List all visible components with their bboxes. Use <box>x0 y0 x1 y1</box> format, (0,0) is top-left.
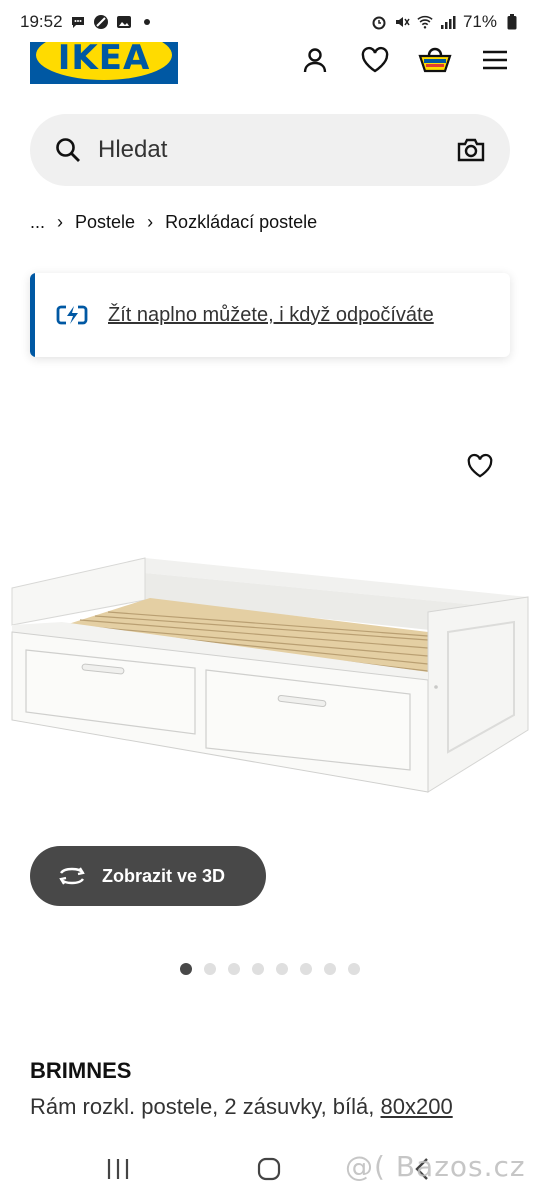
status-time: 19:52 <box>20 12 63 31</box>
carousel-dot[interactable] <box>276 963 288 975</box>
recent-apps-icon <box>107 1159 129 1179</box>
carousel-dot[interactable] <box>252 963 264 975</box>
hamburger-menu-icon <box>483 50 507 70</box>
product-size-link[interactable]: 80x200 <box>381 1094 453 1119</box>
chevron-right-icon: › <box>57 212 64 232</box>
status-right: 71% <box>371 12 520 32</box>
energy-icon <box>56 305 88 325</box>
battery-percent: 71% <box>462 12 497 31</box>
notification-dot-icon <box>139 14 155 30</box>
home-button[interactable] <box>249 1152 289 1186</box>
recent-apps-button[interactable] <box>98 1152 138 1186</box>
blocked-app-icon <box>93 14 109 30</box>
rotate-3d-icon <box>59 867 85 885</box>
cart-button[interactable] <box>415 40 455 80</box>
search-input[interactable]: Hledat <box>98 136 456 164</box>
gallery-icon <box>116 14 132 30</box>
breadcrumb-ellipsis[interactable]: ... <box>30 212 45 233</box>
carousel-dots <box>180 963 360 975</box>
product-name: BRIMNES <box>30 1058 132 1083</box>
signal-icon <box>440 14 456 30</box>
add-to-favourites-button[interactable] <box>460 446 500 486</box>
carousel-dot[interactable] <box>348 963 360 975</box>
favourites-button[interactable] <box>355 40 395 80</box>
carousel-dot[interactable] <box>180 963 192 975</box>
status-left: 19:52 <box>20 12 155 32</box>
logo-text: IKEA <box>57 42 151 78</box>
menu-button[interactable] <box>475 40 515 80</box>
battery-icon <box>504 14 520 30</box>
carousel-dot[interactable] <box>228 963 240 975</box>
account-button[interactable] <box>295 40 335 80</box>
product-image[interactable] <box>0 540 540 810</box>
breadcrumb-postele[interactable]: Postele <box>75 212 135 233</box>
wifi-icon <box>417 14 433 30</box>
mute-icon <box>394 14 410 30</box>
chat-icon <box>70 14 86 30</box>
heart-icon <box>467 453 493 478</box>
view-in-3d-button[interactable]: Zobrazit ve 3D <box>30 846 266 906</box>
home-icon <box>257 1157 281 1181</box>
product-description-text: Rám rozkl. postele, 2 zásuvky, bílá, <box>30 1094 381 1119</box>
shopping-bag-icon <box>418 47 452 73</box>
heart-icon <box>361 46 389 73</box>
chevron-right-icon: › <box>147 212 154 232</box>
carousel-dot[interactable] <box>324 963 336 975</box>
carousel-dot[interactable] <box>300 963 312 975</box>
camera-icon[interactable] <box>456 137 486 163</box>
ikea-logo[interactable]: IKEA <box>30 42 178 84</box>
product-description: Rám rozkl. postele, 2 zásuvky, bílá, 80x… <box>30 1094 453 1120</box>
user-icon <box>303 48 327 73</box>
status-bar: 19:52 71% <box>0 0 540 44</box>
breadcrumb-rozkladaci-postele[interactable]: Rozkládací postele <box>165 212 317 233</box>
view-in-3d-label: Zobrazit ve 3D <box>102 865 226 886</box>
banner-link[interactable]: Žít naplno můžete, i když odpočíváte <box>108 304 434 327</box>
watermark: @( Bazos.cz <box>345 1150 526 1183</box>
search-icon <box>56 138 80 162</box>
banner-accent-bar <box>30 273 35 357</box>
alarm-icon <box>371 14 387 30</box>
search-bar[interactable]: Hledat <box>30 114 510 186</box>
breadcrumb: ... › Postele › Rozkládací postele <box>30 212 317 233</box>
promo-banner[interactable]: Žít naplno můžete, i když odpočíváte <box>30 273 510 357</box>
carousel-dot[interactable] <box>204 963 216 975</box>
